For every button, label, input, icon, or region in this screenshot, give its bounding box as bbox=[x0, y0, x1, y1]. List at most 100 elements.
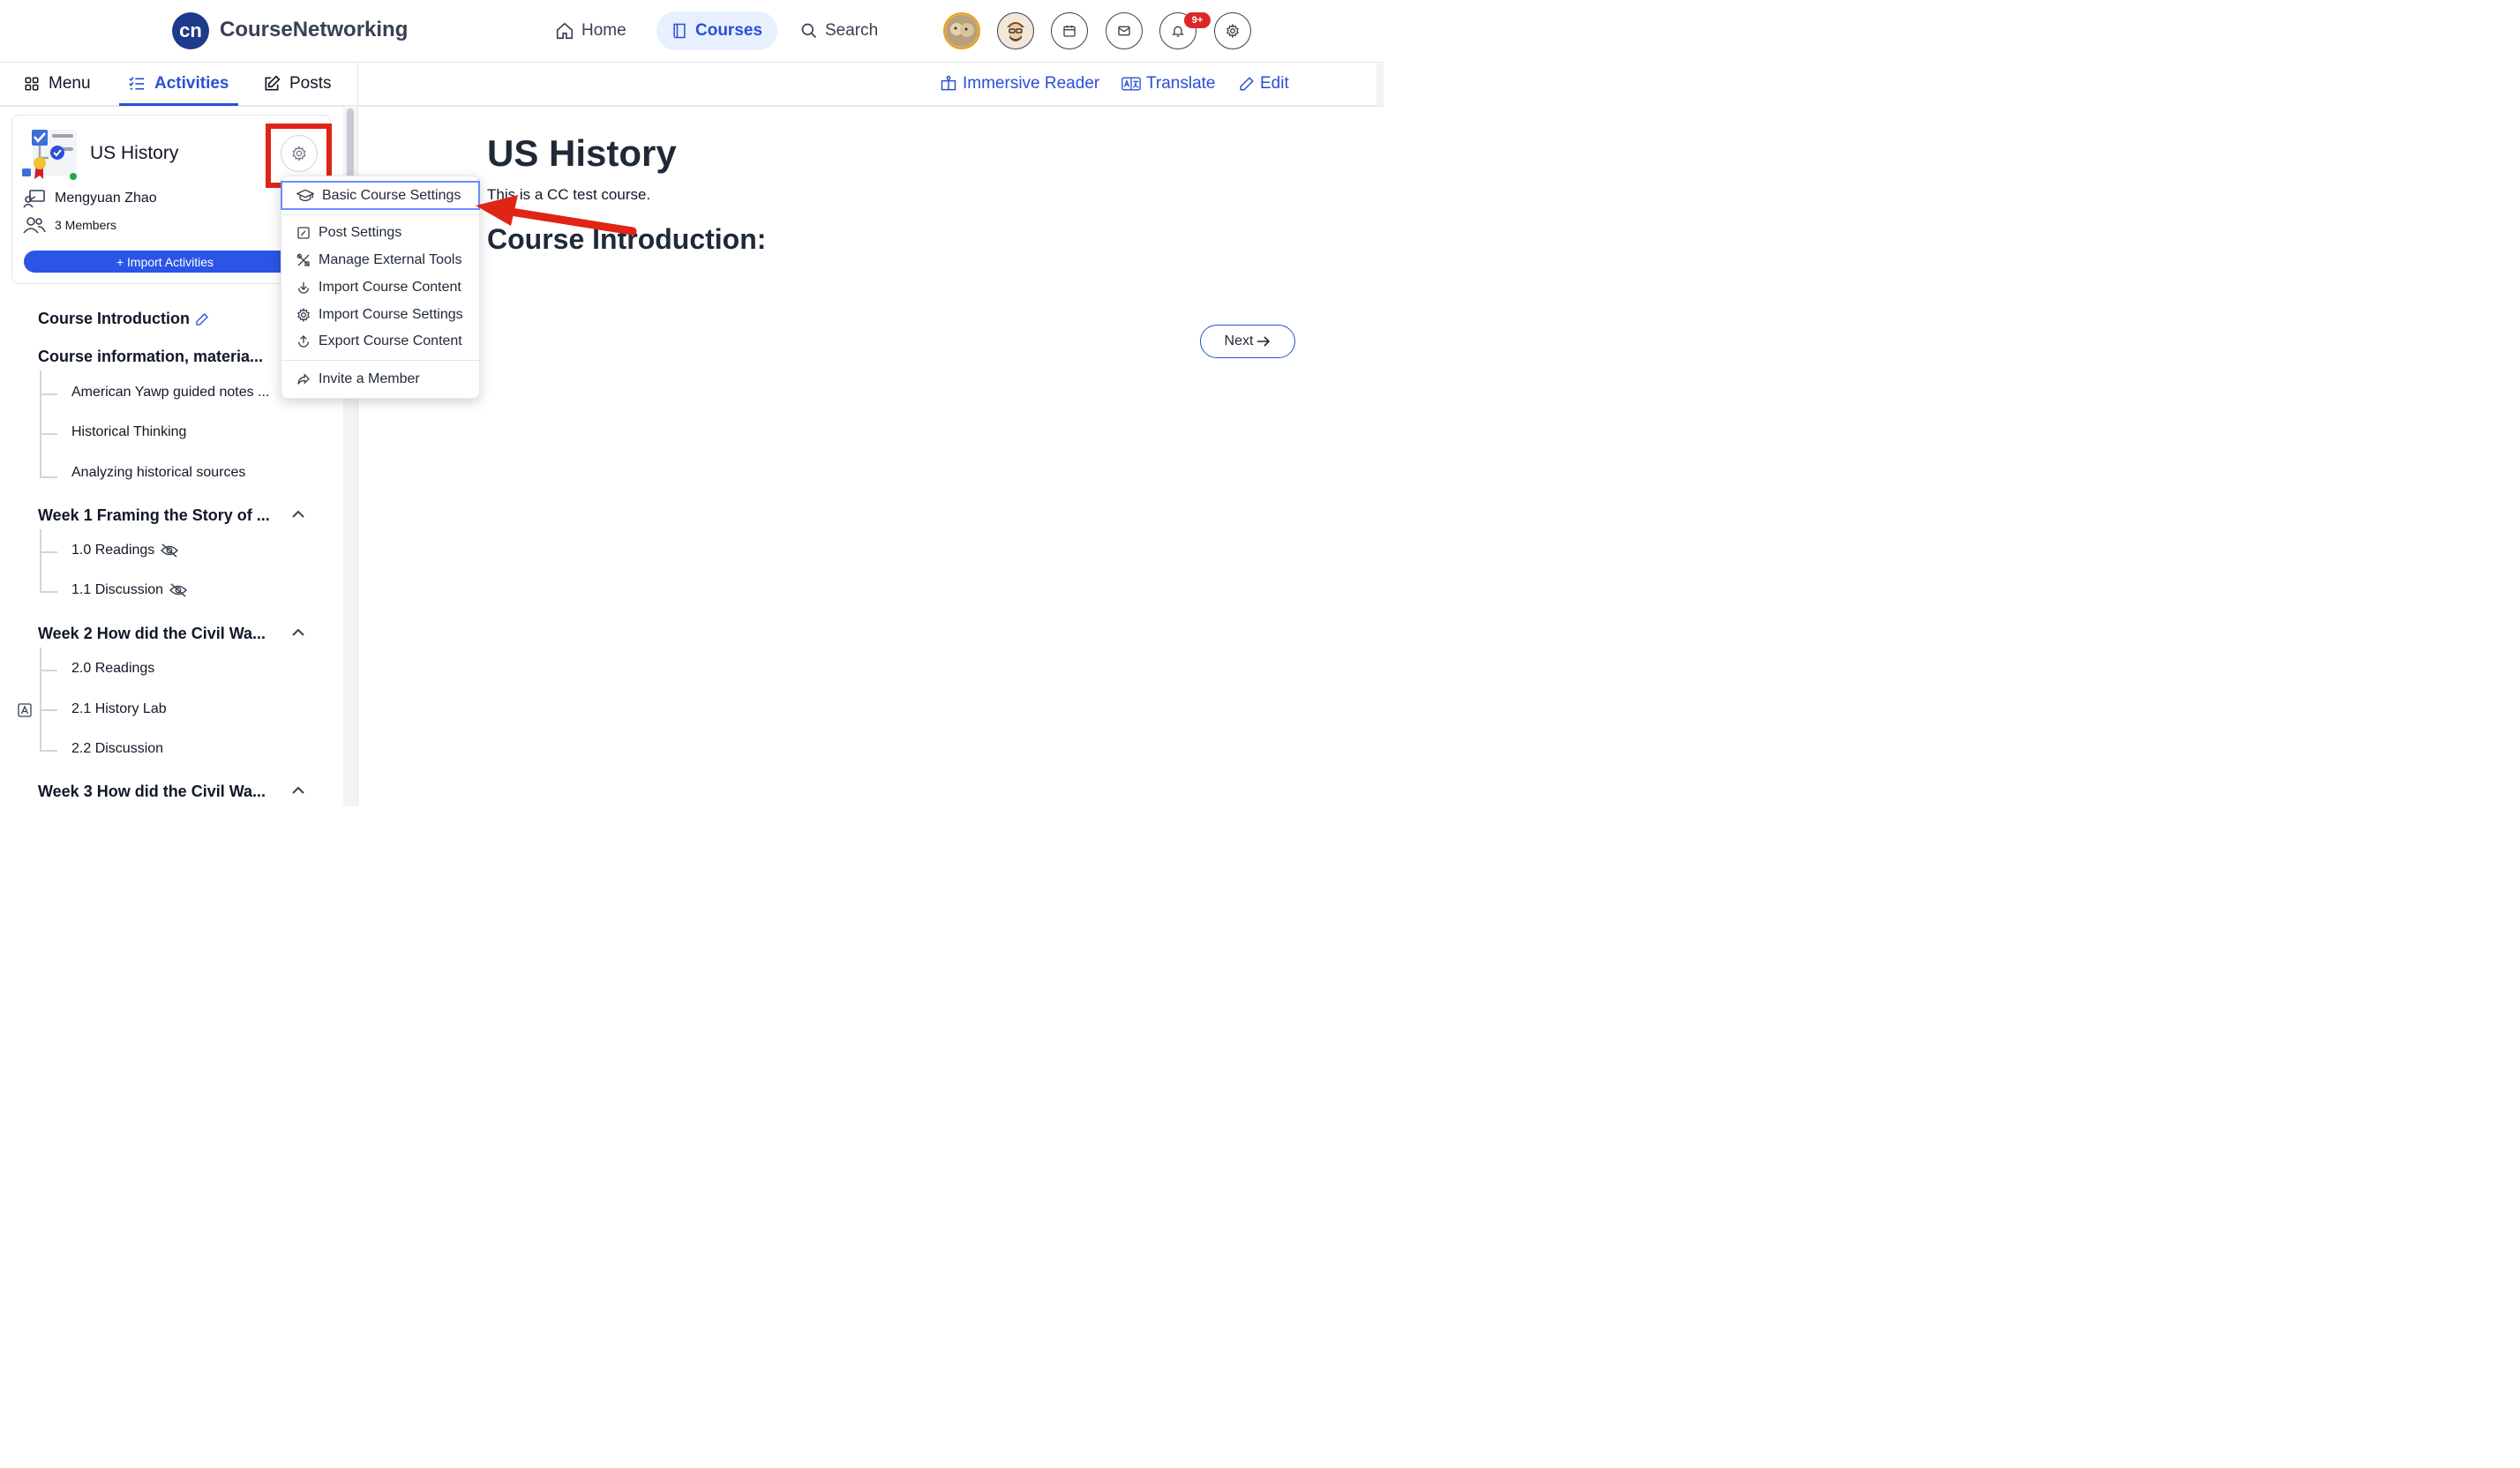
nav-courses[interactable]: Courses bbox=[656, 11, 777, 50]
tab-menu[interactable]: Menu bbox=[24, 63, 91, 105]
share-icon bbox=[296, 372, 311, 386]
brand-logo[interactable]: cn bbox=[172, 12, 209, 49]
edit-square-icon bbox=[263, 75, 281, 93]
menu-item-label: Import Course Content bbox=[319, 280, 461, 295]
edit-button[interactable]: Edit bbox=[1239, 63, 1289, 105]
outline-item[interactable]: 2.2 Discussion bbox=[71, 741, 163, 757]
members-count: 3 Members bbox=[55, 218, 117, 232]
outline-item[interactable]: American Yawp guided notes ... bbox=[71, 385, 269, 401]
translate-button[interactable]: Translate bbox=[1121, 63, 1216, 105]
brand-name[interactable]: CourseNetworking bbox=[220, 18, 408, 42]
translate-icon bbox=[1121, 76, 1141, 92]
menu-item-manage-external-tools[interactable]: Manage External Tools bbox=[296, 247, 461, 273]
chevron-up-icon[interactable] bbox=[291, 626, 305, 639]
pencil-icon bbox=[1239, 76, 1255, 92]
sidebar-scrollbar-thumb[interactable] bbox=[347, 109, 354, 179]
nav-search-label: Search bbox=[825, 21, 879, 40]
nav-home[interactable]: Home bbox=[541, 11, 641, 50]
outline-section-week3[interactable]: Week 3 How did the Civil Wa... bbox=[38, 783, 266, 801]
tab-activities[interactable]: Activities bbox=[128, 63, 229, 105]
tree-tick bbox=[40, 670, 57, 671]
tree-tick bbox=[40, 551, 57, 553]
active-tab-indicator bbox=[119, 103, 238, 106]
menu-item-import-course-settings[interactable]: Import Course Settings bbox=[296, 302, 463, 328]
menu-item-export-course-content[interactable]: Export Course Content bbox=[296, 328, 462, 355]
window-edge bbox=[1376, 64, 1384, 106]
menu-item-label: Import Course Settings bbox=[319, 307, 463, 322]
immersive-reader-label: Immersive Reader bbox=[963, 74, 1100, 93]
tree-tick bbox=[40, 393, 57, 395]
outline-section-week2[interactable]: Week 2 How did the Civil Wa... bbox=[38, 625, 266, 643]
outline-item[interactable]: 1.0 Readings bbox=[71, 543, 179, 558]
tree-line bbox=[40, 529, 41, 593]
calendar-button[interactable] bbox=[1051, 12, 1088, 49]
pencil-icon[interactable] bbox=[195, 312, 209, 326]
outline-section-intro[interactable]: Course Introduction bbox=[38, 310, 209, 328]
course-title: US History bbox=[90, 143, 179, 163]
tree-tick bbox=[40, 476, 57, 478]
next-label: Next bbox=[1224, 333, 1254, 348]
book-icon bbox=[671, 22, 688, 40]
outline-item-label: 1.0 Readings bbox=[71, 543, 155, 558]
avatar-user[interactable] bbox=[997, 12, 1034, 49]
outline-item[interactable]: 2.1 History Lab bbox=[71, 701, 167, 717]
gear-icon bbox=[296, 308, 311, 322]
menu-separator bbox=[281, 214, 480, 215]
notification-badge: 9+ bbox=[1184, 12, 1211, 28]
tab-posts[interactable]: Posts bbox=[263, 63, 332, 105]
outline-item[interactable]: 1.1 Discussion bbox=[71, 582, 188, 598]
outline-section-info[interactable]: Course information, materia... bbox=[38, 348, 263, 366]
messages-button[interactable] bbox=[1106, 12, 1143, 49]
eye-off-icon bbox=[169, 582, 188, 598]
tree-line bbox=[40, 371, 41, 478]
tab-activities-label: Activities bbox=[154, 74, 229, 93]
menu-item-basic-course-settings[interactable]: Basic Course Settings bbox=[296, 183, 461, 209]
calendar-icon bbox=[1062, 24, 1076, 38]
import-activities-button[interactable]: + Import Activities bbox=[24, 251, 306, 273]
tab-menu-label: Menu bbox=[49, 74, 91, 93]
members-icon bbox=[23, 216, 46, 234]
immersive-reader-button[interactable]: Immersive Reader bbox=[940, 63, 1099, 105]
chevron-up-icon[interactable] bbox=[291, 508, 305, 521]
tree-tick bbox=[40, 750, 57, 752]
eye-off-icon bbox=[160, 543, 179, 558]
menu-item-label: Manage External Tools bbox=[319, 252, 462, 267]
menu-item-post-settings[interactable]: Post Settings bbox=[296, 220, 401, 246]
outline-section-week1[interactable]: Week 1 Framing the Story of ... bbox=[38, 506, 270, 525]
outline-item[interactable]: Analyzing historical sources bbox=[71, 465, 245, 481]
panel-divider bbox=[357, 63, 358, 806]
outline-section-intro-label: Course Introduction bbox=[38, 310, 190, 327]
graduation-cap-icon bbox=[296, 189, 314, 203]
tree-tick bbox=[40, 591, 57, 593]
tab-posts-label: Posts bbox=[289, 74, 332, 93]
nav-courses-label: Courses bbox=[695, 21, 763, 40]
menu-item-label: Export Course Content bbox=[319, 333, 462, 348]
search-icon bbox=[800, 22, 818, 40]
annotation-arrow bbox=[476, 195, 637, 236]
tree-tick bbox=[40, 433, 57, 435]
translate-label: Translate bbox=[1146, 74, 1216, 93]
arrow-right-icon bbox=[1256, 335, 1271, 348]
nav-search[interactable]: Search bbox=[786, 11, 892, 50]
menu-item-label: Post Settings bbox=[319, 225, 402, 240]
home-icon bbox=[555, 21, 574, 41]
outline-item[interactable]: 2.0 Readings bbox=[71, 661, 154, 677]
avatar-group[interactable] bbox=[943, 12, 980, 49]
instructor-name: Mengyuan Zhao bbox=[55, 191, 157, 206]
mail-icon bbox=[1117, 24, 1131, 38]
menu-item-label: Basic Course Settings bbox=[322, 188, 461, 203]
upload-icon bbox=[296, 334, 311, 348]
menu-item-label: Invite a Member bbox=[319, 371, 420, 386]
menu-item-import-course-content[interactable]: Import Course Content bbox=[296, 274, 461, 301]
outline-item[interactable]: Historical Thinking bbox=[71, 424, 186, 440]
menu-separator bbox=[281, 360, 480, 361]
course-members[interactable]: 3 Members bbox=[23, 216, 116, 234]
menu-item-invite-member[interactable]: Invite a Member bbox=[296, 366, 420, 393]
gear-icon bbox=[1226, 24, 1240, 38]
tools-icon bbox=[296, 253, 311, 267]
next-button[interactable]: Next bbox=[1200, 325, 1295, 358]
chevron-up-icon[interactable] bbox=[291, 784, 305, 797]
brand-logo-text: cn bbox=[179, 19, 202, 41]
text-format-icon[interactable] bbox=[18, 703, 32, 717]
settings-button[interactable] bbox=[1214, 12, 1251, 49]
